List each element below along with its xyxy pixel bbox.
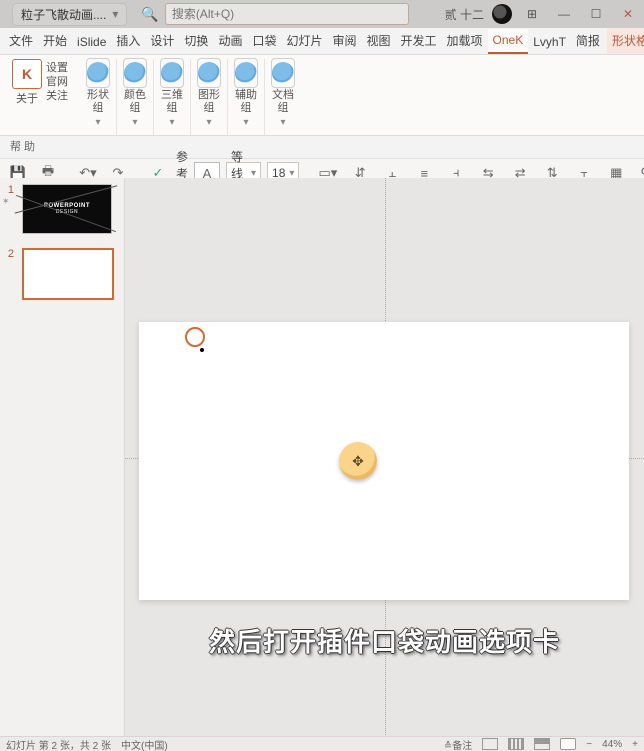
move-cursor-icon: ✥ — [339, 442, 377, 480]
tab-幻灯片[interactable]: 幻灯片 — [281, 28, 327, 54]
tab-LvyhT[interactable]: LvyhT — [528, 31, 571, 54]
animation-star-icon: ✶ — [2, 196, 16, 207]
menu-tabs: 文件开始iSlide插入设计切换动画口袋幻灯片审阅视图开发工加载项OneKLvy… — [0, 28, 644, 55]
ribbon-group-辅助[interactable]: 辅助组 — [228, 59, 265, 135]
tab-加载项[interactable]: 加载项 — [442, 28, 488, 54]
thumb-item-2[interactable]: 2 — [0, 248, 124, 300]
chevron-down-icon: ▾ — [112, 7, 118, 21]
circle-icon — [161, 62, 183, 84]
tab-动画[interactable]: 动画 — [213, 28, 247, 54]
zoom-percent: 44% — [602, 739, 622, 750]
guanzhu-label[interactable]: 关注 — [46, 89, 68, 103]
thumb-index: 1 — [4, 184, 14, 196]
circle-icon — [235, 62, 257, 84]
settings-stack: 设置 官网 关注 — [46, 59, 68, 103]
tab-插入[interactable]: 插入 — [111, 28, 145, 54]
filename-text: 粒子飞散动画.... — [21, 6, 106, 23]
tab-文件[interactable]: 文件 — [4, 28, 38, 54]
tab-简报[interactable]: 简报 — [571, 28, 605, 54]
tab-切换[interactable]: 切换 — [179, 28, 213, 54]
ribbon-group-图形[interactable]: 图形组 — [191, 59, 228, 135]
k-logo-icon[interactable]: K — [12, 59, 42, 89]
grid-icon[interactable]: ⊞ — [520, 5, 544, 23]
tab-OneK[interactable]: OneK — [488, 29, 529, 54]
ribbon: K 关于 设置 官网 关注 形状组颜色组三维组图形组辅助组文档组 — [0, 55, 644, 136]
slideshow-view-icon[interactable] — [560, 738, 576, 750]
subtitle-caption: 然后打开插件口袋动画选项卡 — [125, 622, 644, 659]
circle-icon — [87, 62, 109, 84]
circle-icon — [124, 62, 146, 84]
notes-button[interactable]: ≙备注 — [444, 737, 472, 751]
normal-view-icon[interactable] — [482, 738, 498, 750]
maximize-button[interactable]: ☐ — [584, 5, 608, 23]
thumb-item-1[interactable]: 1✶ POWERPOINTDESIGN — [0, 184, 124, 234]
search-input[interactable] — [165, 3, 409, 25]
avatar[interactable] — [492, 4, 512, 24]
slide-canvas[interactable]: ✥ — [139, 322, 629, 600]
user-label: 贰 十二 — [445, 6, 484, 23]
search-icon: 🔍 — [141, 6, 158, 23]
ribbon-group-三维[interactable]: 三维组 — [154, 59, 191, 135]
tab-口袋[interactable]: 口袋 — [247, 28, 281, 54]
thumb-preview[interactable]: POWERPOINTDESIGN — [22, 184, 112, 234]
guanwang-label[interactable]: 官网 — [46, 75, 68, 89]
filename-chip[interactable]: 粒子飞散动画.... ▾ — [12, 3, 127, 26]
tab-开始[interactable]: 开始 — [38, 28, 72, 54]
zoom-plus[interactable]: + — [632, 739, 638, 750]
ribbon-group-about: K 关于 设置 官网 关注 — [6, 59, 74, 135]
status-bar: 幻灯片 第 2 张，共 2 张 中文(中国) ≙备注 − 44% + — [0, 736, 644, 751]
slide-count-label: 幻灯片 第 2 张，共 2 张 — [6, 737, 111, 751]
thumb-index: 2 — [4, 248, 14, 260]
ribbon-group-文档[interactable]: 文档组 — [265, 59, 301, 135]
circle-icon — [198, 62, 220, 84]
circle-icon — [272, 62, 294, 84]
shape-dot[interactable] — [200, 348, 204, 352]
tab-iSlide[interactable]: iSlide — [72, 31, 111, 54]
sorter-view-icon[interactable] — [508, 738, 524, 750]
reading-view-icon[interactable] — [534, 738, 550, 750]
zoom-minus[interactable]: − — [586, 739, 592, 750]
close-button[interactable]: ✕ — [616, 5, 640, 23]
slide-editor[interactable]: ✥ 然后打开插件口袋动画选项卡 — [125, 178, 644, 737]
thumb-preview[interactable] — [22, 248, 114, 300]
tab-视图[interactable]: 视图 — [362, 28, 396, 54]
tab-设计[interactable]: 设计 — [145, 28, 179, 54]
tab-审阅[interactable]: 审阅 — [327, 28, 361, 54]
slide-thumbnail-pane: 1✶ POWERPOINTDESIGN 2 — [0, 178, 125, 737]
lang-label[interactable]: 中文(中国) — [121, 737, 168, 751]
about-label[interactable]: 关于 — [16, 93, 38, 105]
tab-开发工[interactable]: 开发工 — [396, 28, 442, 54]
selected-shape-ring[interactable] — [185, 327, 205, 347]
minimize-button[interactable]: — — [552, 5, 576, 23]
settings-label[interactable]: 设置 — [46, 61, 68, 75]
ribbon-group-颜色[interactable]: 颜色组 — [117, 59, 154, 135]
ribbon-group-形状[interactable]: 形状组 — [80, 59, 117, 135]
tab-shape-format[interactable]: 形状格式 — [607, 28, 644, 54]
help-label: 帮 助 — [0, 136, 644, 159]
